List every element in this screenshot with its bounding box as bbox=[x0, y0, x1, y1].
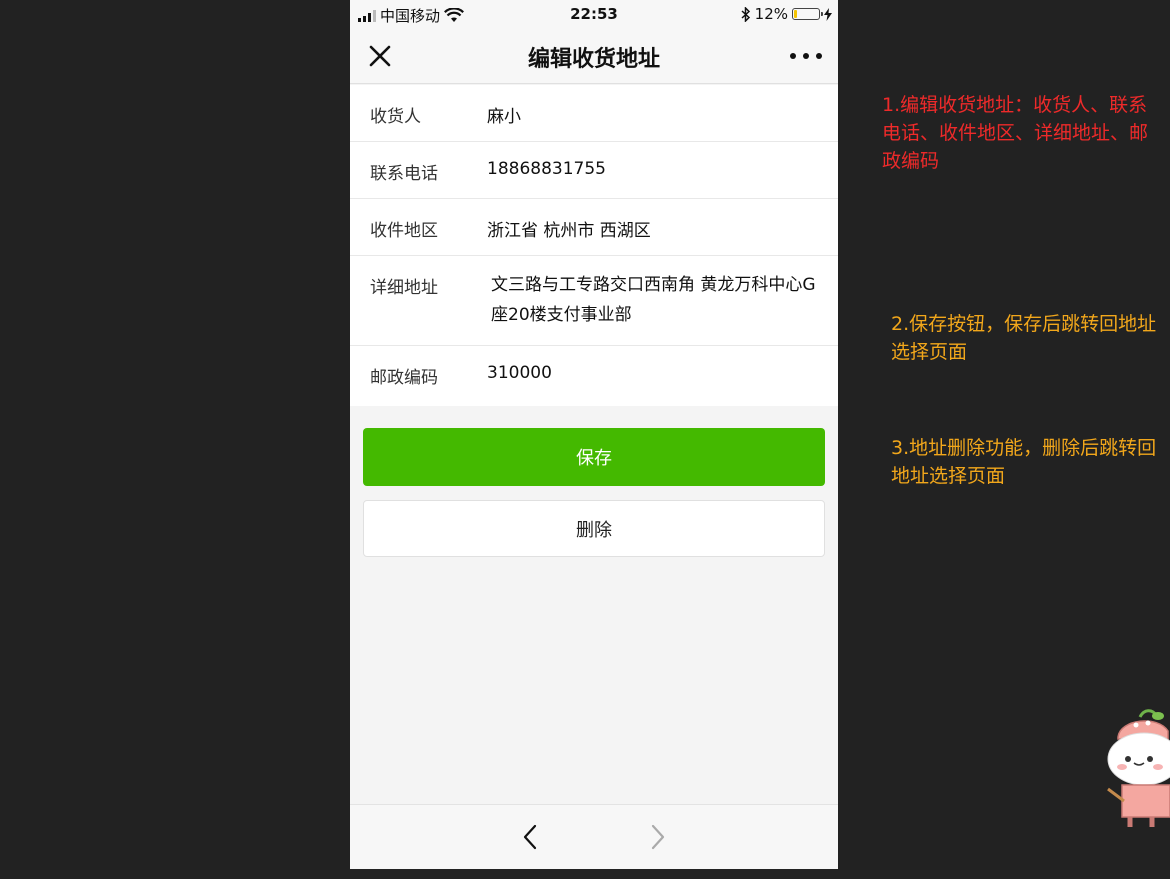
annotation-form-fields: 1.编辑收货地址：收货人、联系电话、收件地区、详细地址、邮政编码 bbox=[882, 94, 1149, 172]
recipient-label: 收货人 bbox=[370, 107, 421, 127]
battery-icon bbox=[792, 8, 823, 20]
phone-label: 联系电话 bbox=[370, 164, 438, 184]
more-icon[interactable] bbox=[790, 41, 822, 71]
status-bar: 中国移动 22:53 12% bbox=[350, 0, 838, 28]
status-right: 12% bbox=[741, 5, 832, 23]
phone-field[interactable]: 18868831755 bbox=[487, 159, 606, 179]
postal-code-row[interactable]: 邮政编码 310000 bbox=[350, 346, 838, 406]
annotation-save-button: 2.保存按钮，保存后跳转回地址选择页面 bbox=[891, 313, 1157, 363]
bottom-toolbar bbox=[350, 804, 838, 869]
detail-address-label: 详细地址 bbox=[370, 278, 438, 298]
navigation-bar: 编辑收货地址 bbox=[350, 28, 838, 84]
detail-address-row[interactable]: 详细地址 文三路与工专路交口西南角 黄龙万科中心G座20楼支付事业部 bbox=[350, 256, 838, 346]
page-title: 编辑收货地址 bbox=[527, 47, 660, 72]
recipient-field[interactable]: 麻小 bbox=[487, 102, 521, 127]
phone-screen: 中国移动 22:53 12% 编辑收货地址 收货人 麻小 联系电话 188688… bbox=[350, 0, 838, 869]
battery-percent: 12% bbox=[754, 5, 788, 23]
address-form: 收货人 麻小 联系电话 18868831755 收件地区 浙江省 杭州市 西湖区… bbox=[350, 85, 838, 406]
chevron-left-icon[interactable] bbox=[520, 823, 540, 851]
bluetooth-icon bbox=[741, 6, 750, 22]
postal-code-label: 邮政编码 bbox=[370, 368, 438, 388]
save-button[interactable]: 保存 bbox=[363, 428, 825, 486]
phone-row[interactable]: 联系电话 18868831755 bbox=[350, 142, 838, 199]
recipient-row[interactable]: 收货人 麻小 bbox=[350, 85, 838, 142]
mascot-sticker bbox=[1107, 709, 1170, 827]
charging-icon bbox=[824, 7, 832, 21]
annotation-delete-button: 3.地址删除功能，删除后跳转回地址选择页面 bbox=[891, 437, 1157, 487]
delete-button[interactable]: 删除 bbox=[363, 500, 825, 557]
chevron-right-icon[interactable] bbox=[648, 823, 668, 851]
postal-code-field[interactable]: 310000 bbox=[487, 363, 552, 383]
region-field[interactable]: 浙江省 杭州市 西湖区 bbox=[487, 216, 651, 241]
detail-address-field[interactable]: 文三路与工专路交口西南角 黄龙万科中心G座20楼支付事业部 bbox=[491, 270, 818, 330]
region-row[interactable]: 收件地区 浙江省 杭州市 西湖区 bbox=[350, 199, 838, 256]
region-label: 收件地区 bbox=[370, 221, 438, 241]
